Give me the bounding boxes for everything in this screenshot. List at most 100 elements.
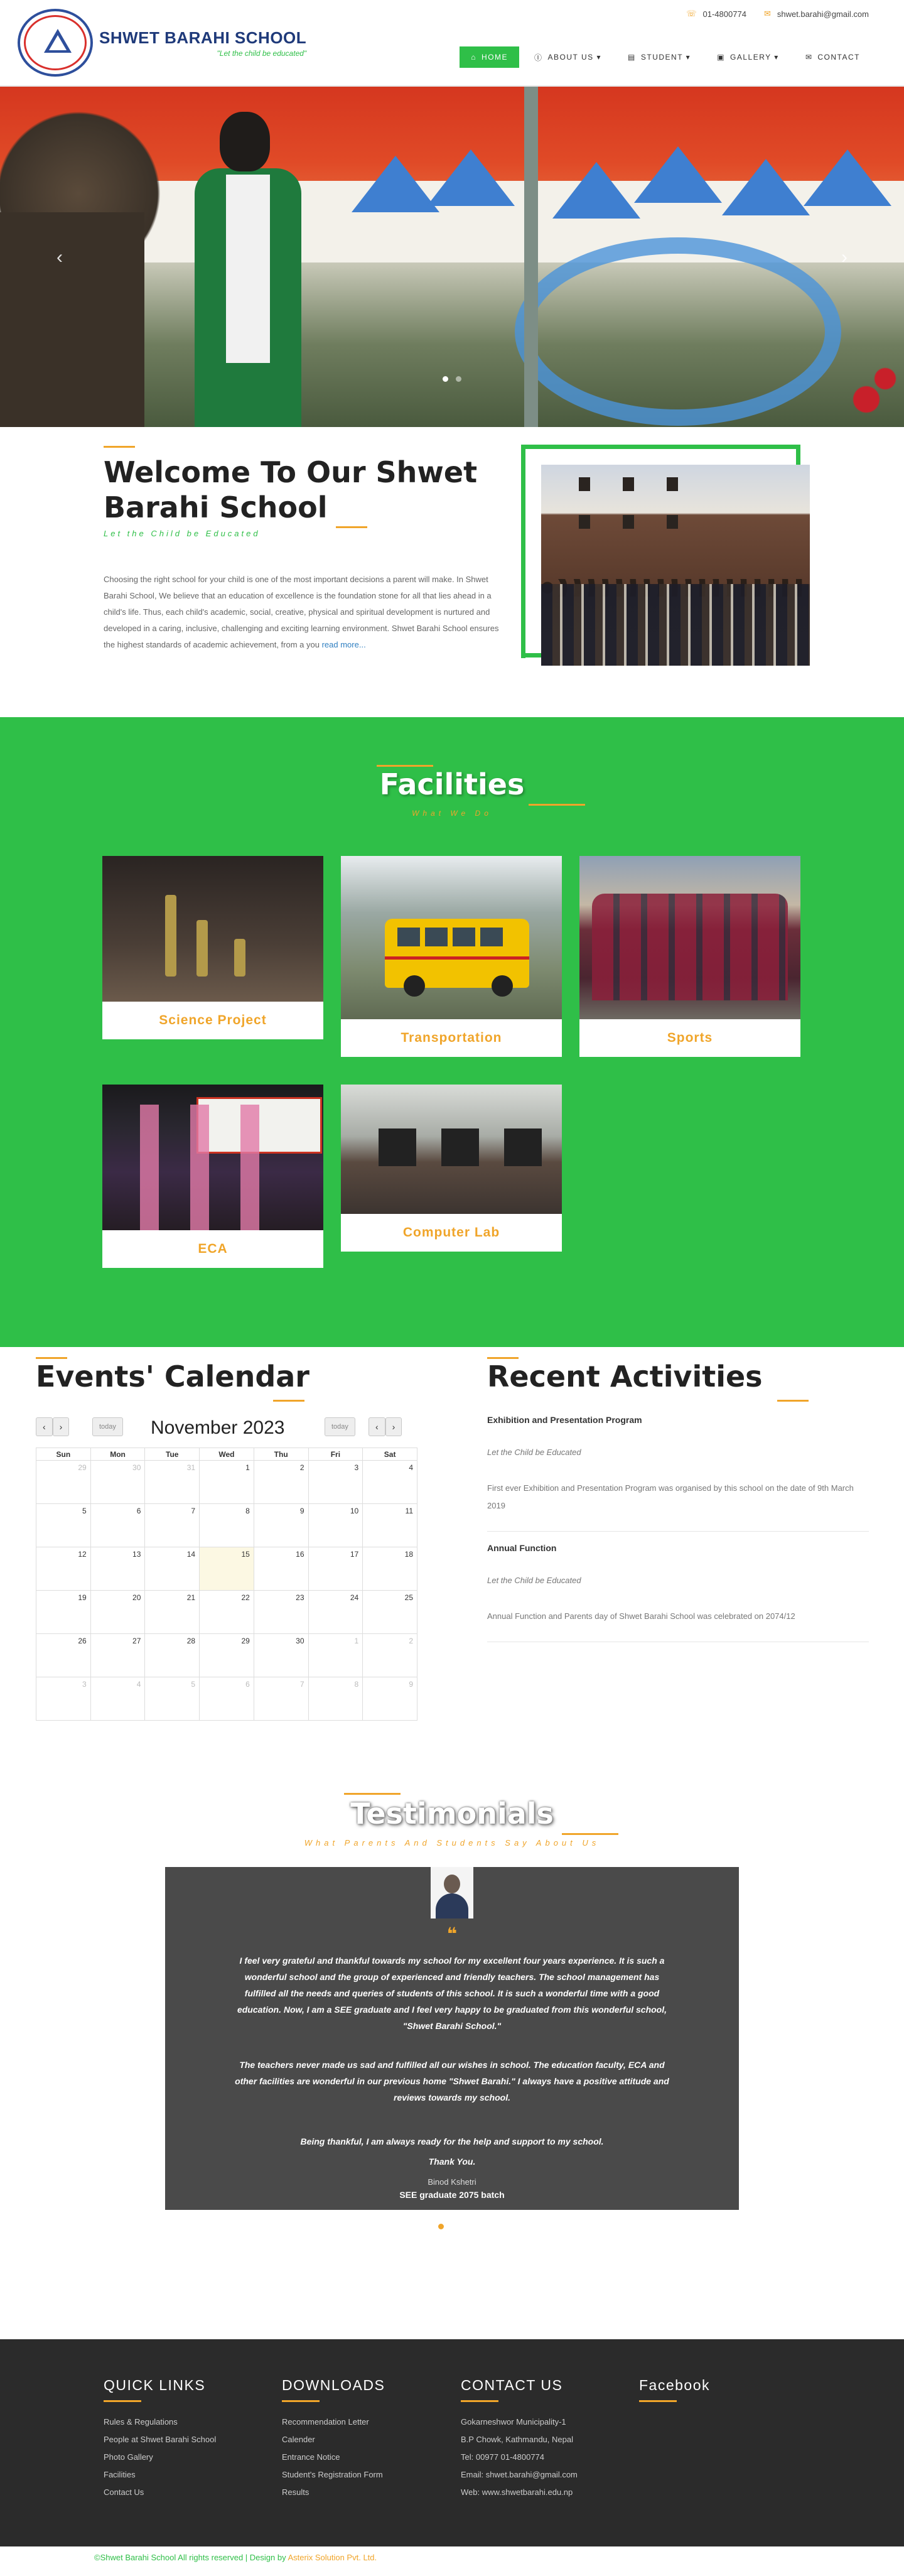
footer-contact-line[interactable]: Web: www.shwetbarahi.edu.np <box>461 2484 624 2501</box>
calendar-day-cell[interactable]: 11 <box>362 1503 417 1547</box>
calendar-today-button[interactable]: today <box>92 1417 123 1436</box>
calendar-day-cell[interactable]: 2 <box>362 1633 417 1677</box>
calendar-day-cell[interactable]: 5 <box>144 1677 200 1721</box>
image-icon: ▣ <box>717 53 726 62</box>
nav-contact[interactable]: ✉ CONTACT <box>794 46 871 68</box>
facility-card-transportation[interactable]: Transportation <box>341 856 562 1057</box>
footer-link[interactable]: Calender <box>282 2431 445 2449</box>
footer-link[interactable]: Recommendation Letter <box>282 2413 445 2431</box>
calendar-day-cell[interactable]: 7 <box>144 1503 200 1547</box>
activity-item[interactable]: Annual Function Let the Child be Educate… <box>487 1543 869 1642</box>
read-more-link[interactable]: read more... <box>322 640 366 649</box>
slider-dot[interactable] <box>456 376 461 382</box>
footer-link[interactable]: People at Shwet Barahi School <box>104 2431 267 2449</box>
footer-contact-line: Gokarneshwor Municipality-1 <box>461 2417 566 2427</box>
calendar-day-cell[interactable]: 1 <box>199 1460 254 1504</box>
facility-card-science[interactable]: Science Project <box>102 856 323 1039</box>
calendar-day-cell[interactable]: 19 <box>36 1590 91 1634</box>
welcome-tagline: Let the Child be Educated <box>104 529 261 538</box>
footer-contact: CONTACT US Gokarneshwor Municipality-1 B… <box>461 2377 624 2501</box>
testimonial-dot[interactable] <box>438 2224 444 2229</box>
testimonials-subtitle: What Parents And Students Say About Us <box>304 1838 600 1848</box>
activity-title: Annual Function <box>487 1543 557 1553</box>
footer-link[interactable]: Rules & Regulations <box>104 2413 267 2431</box>
calendar-day-cell[interactable]: 22 <box>199 1590 254 1634</box>
calendar-day-cell[interactable]: 10 <box>308 1503 363 1547</box>
footer-link[interactable]: Facilities <box>104 2466 267 2484</box>
calendar-day-cell[interactable]: 31 <box>144 1460 200 1504</box>
nav-home[interactable]: ⌂ HOME <box>460 46 520 68</box>
calendar-day-cell[interactable]: 3 <box>308 1460 363 1504</box>
activity-description: Annual Function and Parents day of Shwet… <box>487 1611 795 1621</box>
calendar-day-cell[interactable]: 29 <box>36 1460 91 1504</box>
nav-about[interactable]: ⓘ ABOUT US ▾ <box>523 46 613 68</box>
calendar-day-header: Fri <box>308 1448 363 1461</box>
activity-item[interactable]: Exhibition and Presentation Program Let … <box>487 1415 869 1532</box>
slider-dot[interactable] <box>443 376 448 382</box>
calendar-prev-button[interactable]: ‹ <box>36 1417 53 1436</box>
facilities-section: Facilities What We Do Science Project Tr… <box>0 717 904 1347</box>
calendar-day-cell[interactable]: 1 <box>308 1633 363 1677</box>
facility-card-eca[interactable]: ECA <box>102 1085 323 1268</box>
calendar-day-cell[interactable]: 25 <box>362 1590 417 1634</box>
footer-link[interactable]: Contact Us <box>104 2484 267 2501</box>
logo[interactable]: SHWET BARAHI SCHOOL "Let the child be ed… <box>18 9 306 77</box>
calendar-day-cell[interactable]: 20 <box>90 1590 146 1634</box>
calendar-day-cell[interactable]: 3 <box>36 1677 91 1721</box>
calendar-day-cell[interactable]: 30 <box>90 1460 146 1504</box>
calendar-day-cell[interactable]: 18 <box>362 1547 417 1591</box>
calendar-day-cell[interactable]: 17 <box>308 1547 363 1591</box>
calendar-day-cell[interactable]: 8 <box>199 1503 254 1547</box>
calendar-day-cell[interactable]: 4 <box>362 1460 417 1504</box>
phone-icon: ☏ <box>686 9 697 18</box>
calendar-day-cell[interactable]: 9 <box>253 1503 309 1547</box>
calendar-day-cell[interactable]: 23 <box>253 1590 309 1634</box>
calendar-day-cell[interactable]: 15 <box>199 1547 254 1591</box>
calendar-day-cell[interactable]: 13 <box>90 1547 146 1591</box>
calendar-today-button-right[interactable]: today <box>325 1417 355 1436</box>
welcome-group-photo <box>541 465 810 666</box>
calendar-day-cell[interactable]: 28 <box>144 1633 200 1677</box>
calendar-day-cell[interactable]: 16 <box>253 1547 309 1591</box>
calendar-day-cell[interactable]: 21 <box>144 1590 200 1634</box>
calendar-next-button[interactable]: › <box>52 1417 70 1436</box>
phone-contact[interactable]: ☏ 01-4800774 <box>686 9 746 19</box>
calendar-day-cell[interactable]: 6 <box>199 1677 254 1721</box>
slider-prev-arrow[interactable]: ‹ <box>56 247 63 268</box>
calendar-day-cell[interactable]: 8 <box>308 1677 363 1721</box>
calendar-day-cell[interactable]: 4 <box>90 1677 146 1721</box>
slider-next-arrow[interactable]: › <box>841 247 848 268</box>
calendar-day-cell[interactable]: 6 <box>90 1503 146 1547</box>
calendar-day-cell[interactable]: 5 <box>36 1503 91 1547</box>
calendar-day-cell[interactable]: 14 <box>144 1547 200 1591</box>
footer-link[interactable]: Student's Registration Form <box>282 2466 445 2484</box>
nav-student[interactable]: ▤ STUDENT ▾ <box>616 46 702 68</box>
calendar-week-row: 5 6 7 8 9 10 11 <box>36 1503 417 1547</box>
nav-gallery[interactable]: ▣ GALLERY ▾ <box>706 46 790 68</box>
calendar-day-cell[interactable]: 24 <box>308 1590 363 1634</box>
designer-link[interactable]: Asterix Solution Pvt. Ltd. <box>288 2553 377 2562</box>
footer-contact-line[interactable]: Email: shwet.barahi@gmail.com <box>461 2466 624 2484</box>
calendar-day-cell[interactable]: 7 <box>253 1677 309 1721</box>
phone-text: 01-4800774 <box>702 9 746 19</box>
calendar-day-cell[interactable]: 30 <box>253 1633 309 1677</box>
calendar-day-cell[interactable]: 29 <box>199 1633 254 1677</box>
calendar-day-cell[interactable]: 2 <box>253 1460 309 1504</box>
copyright-text: ©Shwet Barahi School All rights reserved… <box>94 2553 288 2562</box>
footer-link[interactable]: Photo Gallery <box>104 2449 267 2466</box>
footer-heading: QUICK LINKS <box>104 2377 206 2393</box>
calendar-day-cell[interactable]: 26 <box>36 1633 91 1677</box>
calendar-next-button-right[interactable]: › <box>385 1417 402 1436</box>
calendar-day-cell[interactable]: 9 <box>362 1677 417 1721</box>
facility-card-computer-lab[interactable]: Computer Lab <box>341 1085 562 1252</box>
calendar-day-cell[interactable]: 27 <box>90 1633 146 1677</box>
facility-card-sports[interactable]: Sports <box>579 856 800 1057</box>
footer-link[interactable]: Entrance Notice <box>282 2449 445 2466</box>
footer-link[interactable]: Results <box>282 2484 445 2501</box>
calendar-prev-button-right[interactable]: ‹ <box>369 1417 385 1436</box>
email-contact[interactable]: ✉ shwet.barahi@gmail.com <box>764 9 869 19</box>
document-icon: ▤ <box>628 53 636 62</box>
welcome-body: Choosing the right school for your child… <box>104 575 499 649</box>
calendar-day-cell[interactable]: 12 <box>36 1547 91 1591</box>
testimonials-title: Testimonials <box>350 1797 554 1831</box>
